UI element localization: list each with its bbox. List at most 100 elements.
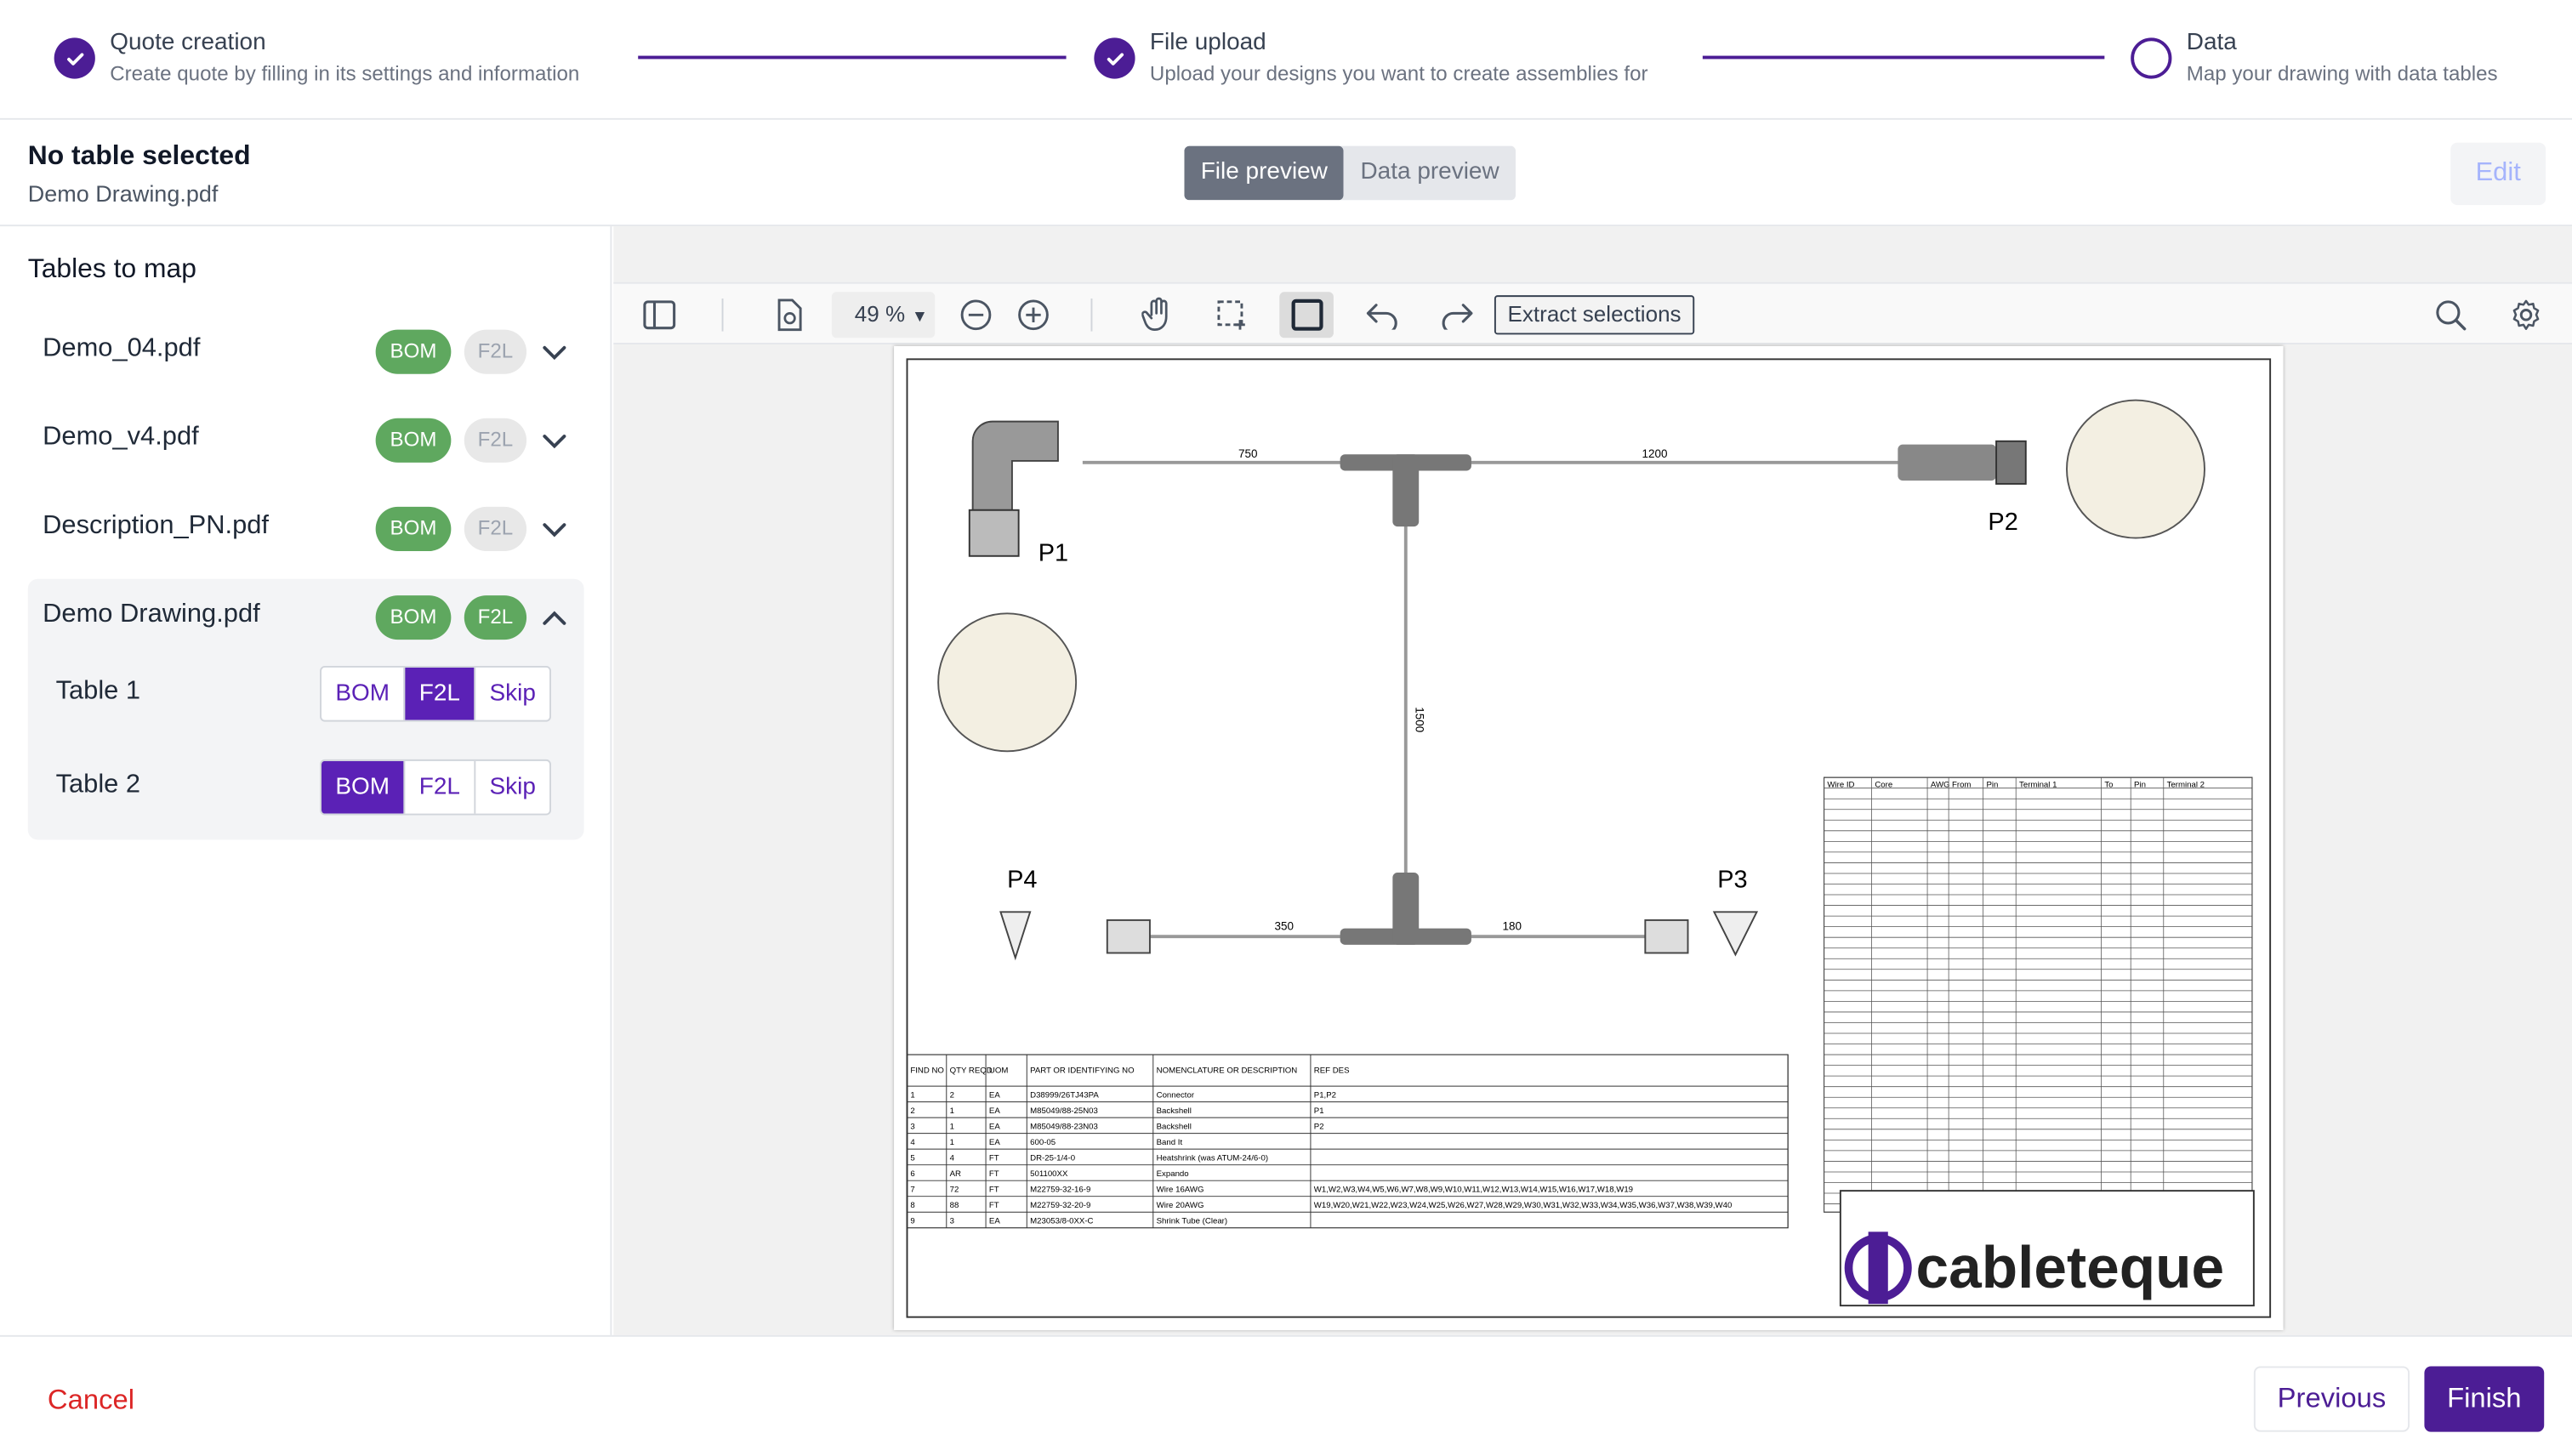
edit-button[interactable]: Edit [2450, 142, 2546, 206]
bom-cell: Wire 16AWG [1157, 1186, 1204, 1195]
undo-icon[interactable] [1360, 292, 1406, 338]
engineering-drawing[interactable]: P1 P2 P3 P4 750 1200 1500 350 180 FIND N… [894, 346, 2283, 1330]
option-bom[interactable]: BOM [322, 668, 403, 720]
chevron-up-icon[interactable] [539, 604, 569, 634]
bom-cell: 8 [910, 1201, 914, 1210]
bom-cell: P2 [1314, 1123, 1324, 1132]
connector-label: P1 [1038, 540, 1068, 567]
gear-icon[interactable] [2503, 292, 2549, 338]
bom-cell: 9 [910, 1217, 914, 1226]
option-skip[interactable]: Skip [474, 667, 549, 720]
chevron-down-icon[interactable] [539, 338, 569, 367]
bom-header: UOM [989, 1066, 1008, 1075]
f2l-badge: F2L [464, 418, 527, 463]
cancel-button[interactable]: Cancel [48, 1385, 134, 1418]
bom-cell: M85049/88-25N03 [1030, 1106, 1098, 1116]
page-settings-icon[interactable] [766, 292, 812, 338]
tables-sidebar: Tables to map Demo_04.pdf BOM F2L Demo_v… [0, 226, 612, 1335]
tab-data-preview[interactable]: Data preview [1344, 146, 1516, 201]
dimension-label: 1500 [1413, 707, 1425, 732]
finish-button[interactable]: Finish [2424, 1366, 2545, 1432]
bom-header: PART OR IDENTIFYING NO [1030, 1066, 1135, 1075]
option-f2l[interactable]: F2L [403, 760, 474, 814]
bom-cell: FT [989, 1154, 999, 1163]
connector-label: P3 [1717, 866, 1747, 893]
stepper: Quote creation Create quote by filling i… [0, 0, 2572, 120]
page-footer: Cancel Previous Finish [0, 1334, 2572, 1432]
preview-toggle: File preview Data preview [1184, 145, 1516, 201]
bom-cell: M22759-32-16-9 [1030, 1186, 1090, 1195]
bom-cell: DR-25-1/4-0 [1030, 1154, 1075, 1163]
file-item-name: Demo_04.pdf [43, 334, 201, 363]
hand-pan-icon[interactable] [1135, 292, 1181, 338]
bom-cell: 1 [910, 1091, 914, 1101]
zoom-select[interactable]: 49 % ▼ [831, 292, 936, 338]
bom-cell: Connector [1157, 1091, 1195, 1101]
viewer-toolbar: 49 % ▼ Extract selections [613, 282, 2572, 344]
file-item[interactable]: Demo_v4.pdf BOM F2L [28, 401, 584, 477]
zoom-in-icon[interactable] [1010, 292, 1056, 338]
bom-cell: Shrink Tube (Clear) [1157, 1217, 1227, 1226]
bom-cell: 1 [950, 1106, 954, 1116]
chevron-down-icon[interactable] [539, 426, 569, 456]
bom-cell: M22759-32-20-9 [1030, 1201, 1090, 1210]
area-select-icon[interactable] [1209, 292, 1255, 338]
check-icon [54, 37, 95, 79]
step-connector [638, 55, 1067, 60]
bom-cell: Wire 20AWG [1157, 1201, 1204, 1210]
bom-cell: 5 [910, 1154, 914, 1163]
pdf-viewer: 49 % ▼ Extract selections P1 P2 P3 P4 75… [613, 226, 2572, 1335]
bom-cell: FT [989, 1201, 999, 1210]
bom-cell: W1,W2,W3,W4,W5,W6,W7,W8,W9,W10,W11,W12,W… [1314, 1186, 1633, 1195]
bom-cell: W19,W20,W21,W22,W23,W24,W25,W26,W27,W28,… [1314, 1201, 1733, 1210]
redo-icon[interactable] [1434, 292, 1480, 338]
f2l-badge: F2L [464, 506, 527, 551]
option-f2l[interactable]: F2L [403, 667, 475, 720]
bom-cell: FT [989, 1186, 999, 1195]
bom-cell: 2 [950, 1091, 954, 1101]
search-icon[interactable] [2427, 292, 2473, 338]
option-skip[interactable]: Skip [474, 760, 549, 814]
step-quote-creation[interactable]: Quote creation Create quote by filling i… [54, 28, 579, 88]
bom-cell: 4 [950, 1154, 955, 1163]
pdf-page: P1 P2 P3 P4 750 1200 1500 350 180 FIND N… [894, 345, 2284, 1331]
table-name: Table 2 [55, 771, 141, 799]
previous-button[interactable]: Previous [2253, 1366, 2410, 1432]
step-file-upload[interactable]: File upload Upload your designs you want… [1094, 28, 1648, 88]
bom-cell: 3 [950, 1217, 954, 1226]
extract-selections-button[interactable]: Extract selections [1494, 295, 1695, 335]
rectangle-select-icon[interactable] [1279, 292, 1334, 338]
file-name: Demo Drawing.pdf [27, 180, 219, 207]
bom-cell: Heatshrink (was ATUM-24/6-0) [1157, 1154, 1268, 1163]
brand-logo: cableteque [1916, 1234, 2225, 1300]
step-data[interactable]: Data Map your drawing with data tables [2131, 28, 2498, 88]
file-item[interactable]: Description_PN.pdf BOM F2L [28, 491, 584, 566]
toolbar-divider [1090, 298, 1093, 332]
step-title: File upload [1149, 29, 1266, 56]
empty-circle-icon [2131, 37, 2172, 79]
file-item-expanded: Demo Drawing.pdf BOM F2L Table 1 BOM F2L… [27, 578, 584, 840]
file-item[interactable]: Demo_04.pdf BOM F2L [28, 313, 584, 389]
bom-cell: EA [989, 1106, 1000, 1116]
zoom-out-icon[interactable] [953, 292, 999, 338]
step-title: Quote creation [110, 29, 266, 56]
bom-cell: 7 [910, 1186, 914, 1195]
bom-cell: D38999/26TJ43PA [1030, 1091, 1099, 1101]
file-item[interactable]: Demo Drawing.pdf BOM F2L [28, 579, 584, 655]
bom-badge: BOM [375, 506, 452, 551]
bom-cell: Band It [1157, 1138, 1183, 1147]
table-mapping-row: Table 1 BOM F2L Skip [28, 665, 584, 722]
sidebar-toggle-icon[interactable] [636, 292, 682, 338]
tab-file-preview[interactable]: File preview [1184, 145, 1345, 201]
f2l-badge: F2L [464, 329, 527, 374]
bom-cell: 6 [910, 1169, 914, 1179]
file-item-name: Demo Drawing.pdf [43, 600, 260, 628]
bom-cell: 2 [910, 1106, 914, 1116]
option-bom[interactable]: BOM [321, 760, 404, 814]
bom-cell: 3 [910, 1123, 914, 1132]
dimension-label: 180 [1503, 919, 1522, 932]
chevron-down-icon: ▼ [911, 308, 928, 327]
dimension-label: 350 [1274, 919, 1293, 932]
chevron-down-icon[interactable] [539, 515, 569, 545]
bom-header: REF DES [1314, 1066, 1350, 1075]
